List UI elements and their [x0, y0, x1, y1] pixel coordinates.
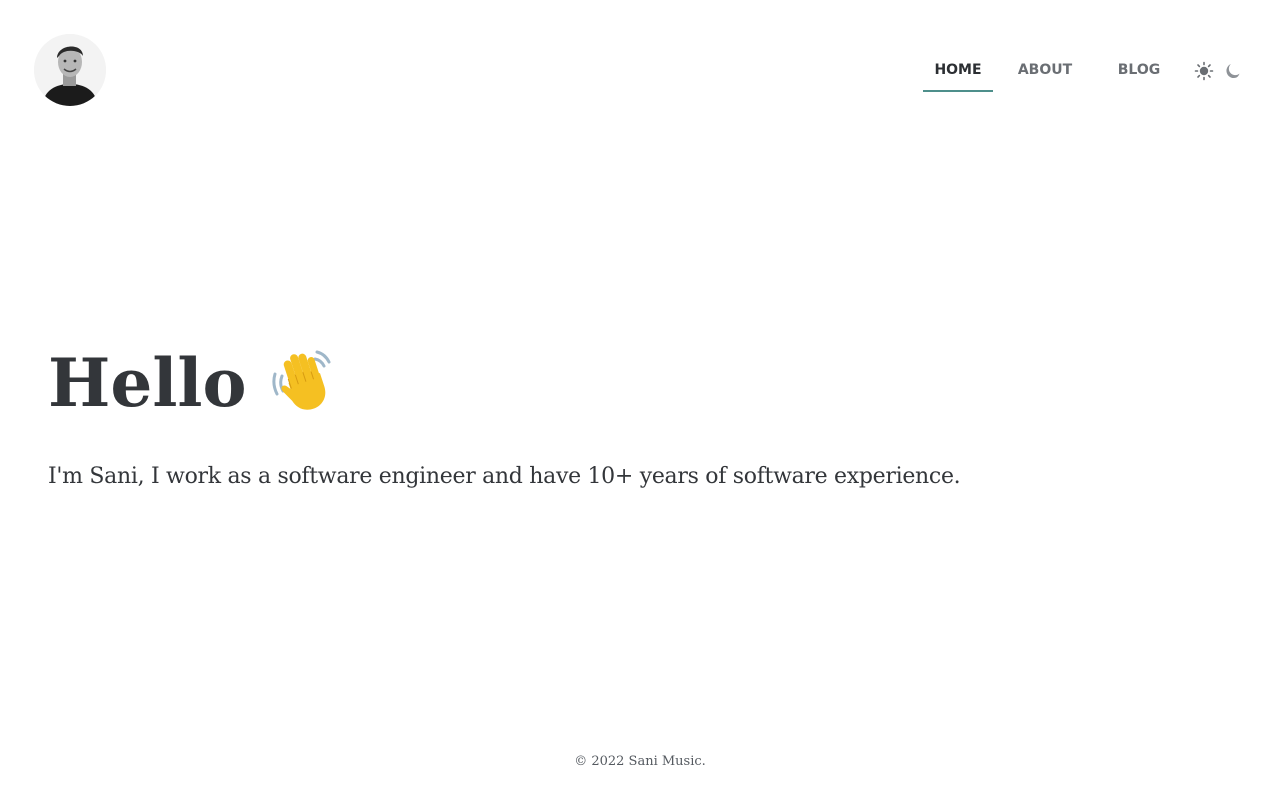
- footer-copyright: © 2022 Sani Music.: [574, 754, 706, 769]
- sun-icon[interactable]: [1193, 60, 1215, 82]
- avatar[interactable]: [34, 34, 106, 106]
- hero-intro-text: I'm Sani, I work as a software engineer …: [48, 464, 961, 489]
- hero-title: Hello: [48, 340, 337, 426]
- avatar-photo-icon: [34, 34, 106, 106]
- hero-title-text: Hello: [48, 344, 247, 422]
- nav-blog-link[interactable]: BLOG: [1104, 50, 1174, 92]
- waving-hand-icon: [267, 344, 337, 414]
- moon-icon[interactable]: [1222, 60, 1244, 82]
- nav-home-link[interactable]: HOME: [923, 50, 993, 92]
- nav-about-link[interactable]: ABOUT: [1000, 50, 1090, 92]
